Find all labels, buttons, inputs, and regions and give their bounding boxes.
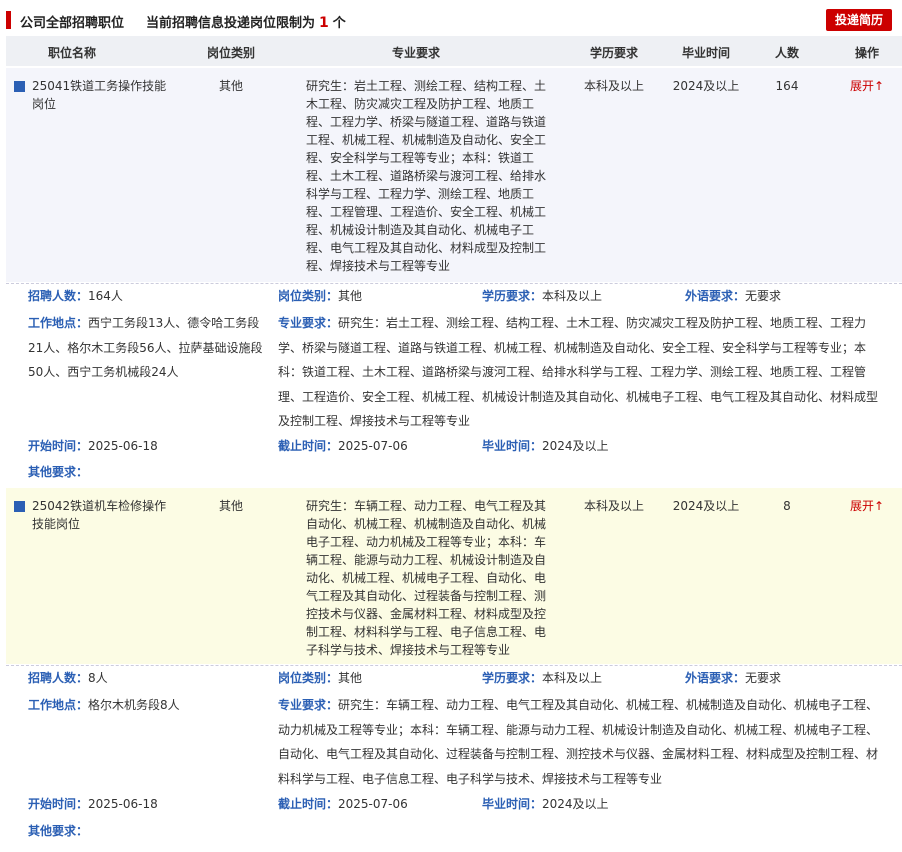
detail-language: 外语要求：无要求 — [685, 666, 781, 691]
label-language: 外语要求： — [685, 289, 746, 303]
label-education: 学历要求： — [482, 289, 543, 303]
value-education: 本科及以上 — [542, 671, 603, 685]
label-education: 学历要求： — [482, 671, 543, 685]
col-header-education: 学历要求 — [589, 46, 638, 60]
row-marker-icon — [14, 81, 25, 92]
submit-resume-button[interactable]: 投递简历 — [826, 9, 892, 31]
detail-education: 学历要求：本科及以上 — [482, 666, 602, 691]
job-name: 25042铁道机车检修操作技能岗位 — [32, 499, 167, 531]
label-grad: 毕业时间： — [482, 797, 543, 811]
detail-language: 外语要求：无要求 — [685, 284, 781, 309]
value-category: 其他 — [338, 289, 363, 303]
value-education: 本科及以上 — [542, 289, 603, 303]
label-location: 工作地点： — [28, 698, 89, 712]
detail-location: 工作地点：格尔木机务段8人 — [28, 693, 264, 718]
detail-recruit: 招聘人数：8人 — [28, 666, 108, 691]
row-marker-icon — [14, 501, 25, 512]
value-recruit: 8人 — [88, 671, 108, 685]
job-major: 研究生：车辆工程、动力工程、电气工程及其自动化、机械工程、机械制造及自动化、机械… — [306, 499, 547, 657]
col-header-action: 操作 — [854, 46, 879, 60]
label-category: 岗位类别： — [278, 671, 339, 685]
limit-suffix: 个 — [332, 16, 346, 31]
detail-category: 岗位类别：其他 — [278, 284, 362, 309]
expand-link[interactable]: 展开↑ — [842, 77, 892, 95]
label-recruit: 招聘人数： — [28, 671, 89, 685]
detail-category: 岗位类别：其他 — [278, 666, 362, 691]
job-grad-time: 2024及以上 — [672, 499, 740, 513]
job-education: 本科及以上 — [583, 499, 644, 513]
label-category: 岗位类别： — [278, 289, 339, 303]
col-header-count: 人数 — [774, 46, 799, 60]
label-other: 其他要求： — [28, 465, 89, 479]
job-count: 164 — [775, 79, 799, 93]
label-end: 截止时间： — [278, 439, 339, 453]
detail-major: 专业要求：研究生：车辆工程、动力工程、电气工程及其自动化、机械工程、机械制造及自… — [278, 693, 882, 791]
limit-prefix: 当前招聘信息投递岗位限制为 — [146, 16, 316, 31]
label-location: 工作地点： — [28, 316, 89, 330]
value-major: 研究生：车辆工程、动力工程、电气工程及其自动化、机械工程、机械制造及自动化、机械… — [278, 698, 879, 786]
limit-number: 1 — [319, 15, 329, 31]
value-grad: 2024及以上 — [542, 797, 609, 811]
table-header: 职位名称 岗位类别 专业要求 学历要求 毕业时间 人数 操作 — [6, 36, 902, 66]
label-recruit: 招聘人数： — [28, 289, 89, 303]
value-major: 研究生：岩土工程、测绘工程、结构工程、土木工程、防灾减灾工程及防护工程、地质工程… — [278, 316, 879, 428]
job-major: 研究生：岩土工程、测绘工程、结构工程、土木工程、防灾减灾工程及防护工程、地质工程… — [306, 79, 547, 273]
value-start: 2025-06-18 — [88, 439, 158, 453]
detail-grad: 毕业时间：2024及以上 — [482, 792, 609, 817]
page-header: 公司全部招聘职位 当前招聘信息投递岗位限制为 1 个 投递简历 — [6, 8, 896, 34]
job-category: 其他 — [218, 499, 243, 513]
title-accent-bar — [6, 11, 11, 29]
label-language: 外语要求： — [685, 671, 746, 685]
value-end: 2025-07-06 — [338, 797, 408, 811]
col-header-grad: 毕业时间 — [681, 46, 730, 60]
detail-end: 截止时间：2025-07-06 — [278, 792, 408, 817]
value-category: 其他 — [338, 671, 363, 685]
detail-recruit: 招聘人数：164人 — [28, 284, 123, 309]
job-count: 8 — [783, 499, 791, 513]
label-start: 开始时间： — [28, 439, 89, 453]
label-other: 其他要求： — [28, 824, 89, 838]
detail-other: 其他要求： — [28, 819, 88, 844]
value-language: 无要求 — [745, 671, 782, 685]
value-start: 2025-06-18 — [88, 797, 158, 811]
detail-education: 学历要求：本科及以上 — [482, 284, 602, 309]
col-header-name: 职位名称 — [47, 46, 96, 60]
value-end: 2025-07-06 — [338, 439, 408, 453]
table-row[interactable]: 25042铁道机车检修操作技能岗位 其他 研究生：车辆工程、动力工程、电气工程及… — [6, 488, 902, 664]
label-major: 专业要求： — [278, 698, 339, 712]
job-grad-time: 2024及以上 — [672, 79, 740, 93]
value-recruit: 164人 — [88, 289, 123, 303]
job-name: 25041铁道工务操作技能岗位 — [32, 79, 167, 111]
value-grad: 2024及以上 — [542, 439, 609, 453]
detail-start: 开始时间：2025-06-18 — [28, 434, 158, 459]
col-header-major: 专业要求 — [391, 46, 440, 60]
detail-other: 其他要求： — [28, 460, 88, 485]
job-category: 其他 — [218, 79, 243, 93]
label-grad: 毕业时间： — [482, 439, 543, 453]
page-title: 公司全部招聘职位 — [20, 16, 125, 31]
value-language: 无要求 — [745, 289, 782, 303]
detail-location: 工作地点：西宁工务段13人、德令哈工务段21人、格尔木工务段56人、拉萨基础设施… — [28, 311, 264, 385]
col-header-category: 岗位类别 — [206, 46, 255, 60]
detail-end: 截止时间：2025-07-06 — [278, 434, 408, 459]
value-location: 格尔木机务段8人 — [88, 698, 180, 712]
apply-limit-notice: 当前招聘信息投递岗位限制为 1 个 — [146, 12, 346, 31]
detail-start: 开始时间：2025-06-18 — [28, 792, 158, 817]
job-education: 本科及以上 — [583, 79, 644, 93]
label-end: 截止时间： — [278, 797, 339, 811]
expand-link[interactable]: 展开↑ — [842, 497, 892, 515]
detail-grad: 毕业时间：2024及以上 — [482, 434, 609, 459]
table-row[interactable]: 25041铁道工务操作技能岗位 其他 研究生：岩土工程、测绘工程、结构工程、土木… — [6, 68, 902, 282]
detail-major: 专业要求：研究生：岩土工程、测绘工程、结构工程、土木工程、防灾减灾工程及防护工程… — [278, 311, 882, 434]
label-major: 专业要求： — [278, 316, 339, 330]
label-start: 开始时间： — [28, 797, 89, 811]
